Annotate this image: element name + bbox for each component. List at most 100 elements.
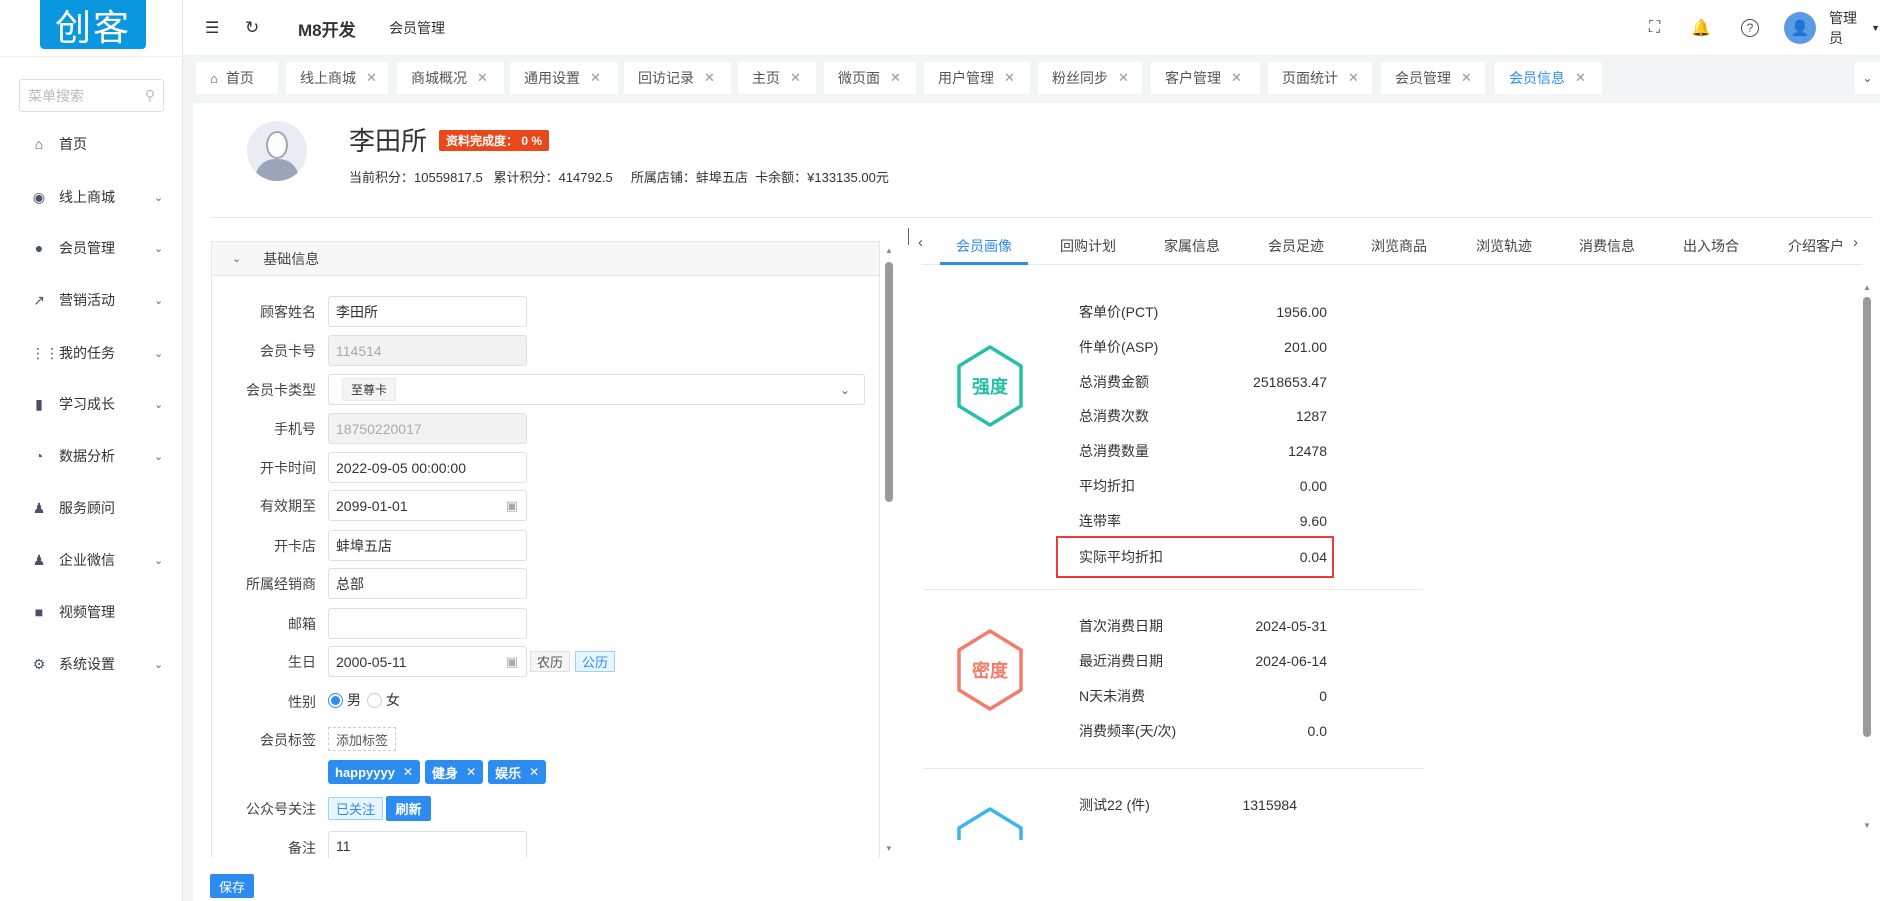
breadcrumb[interactable]: 会员管理 — [389, 0, 445, 56]
tab[interactable]: 通用设置 ✕ — [510, 62, 618, 94]
birthday-input[interactable]: 2000-05-11 ▣ — [328, 646, 527, 677]
sidebar-item[interactable]: ◔ 数据分析 ⌄ — [0, 436, 183, 476]
open-label: 开卡时间 — [260, 460, 316, 476]
close-icon[interactable]: ✕ — [366, 70, 377, 86]
close-icon[interactable]: ✕ — [529, 765, 539, 779]
card-label: 会员卡号 — [260, 343, 316, 359]
male-radio[interactable] — [328, 692, 343, 708]
tab[interactable]: ⌂ 首页 — [196, 62, 278, 94]
close-icon[interactable]: ✕ — [1231, 70, 1242, 86]
tab[interactable]: 主页 ✕ — [738, 62, 816, 94]
phone-input[interactable]: 18750220017 — [328, 413, 527, 444]
profile-tab[interactable]: 出入场合 — [1683, 236, 1739, 256]
close-icon[interactable]: ✕ — [704, 70, 715, 86]
help-icon[interactable]: ? — [1741, 0, 1759, 56]
name-input[interactable]: 李田所 — [328, 296, 527, 327]
close-icon[interactable]: ✕ — [890, 70, 901, 86]
tab[interactable]: 粉丝同步 ✕ — [1038, 62, 1142, 94]
add-tag-button[interactable]: 添加标签 — [328, 727, 397, 751]
tab[interactable]: 客户管理 ✕ — [1151, 62, 1260, 94]
tab-label: 会员管理 — [1395, 70, 1451, 86]
expire-input[interactable]: 2099-01-01 ▣ — [328, 490, 527, 521]
tab[interactable]: 回访记录 ✕ — [624, 62, 731, 94]
balance-value: ¥133135.00元 — [807, 170, 889, 185]
email-input[interactable] — [328, 608, 527, 639]
type-input[interactable]: 至尊卡 ⌄ — [328, 374, 865, 405]
close-icon[interactable]: ✕ — [466, 765, 476, 779]
chevron-down-icon: ⌄ — [154, 398, 164, 411]
card-input[interactable]: 114514 — [328, 335, 527, 366]
lunar-button[interactable]: 农历 — [530, 651, 570, 672]
tag-label: 娱乐 — [495, 765, 522, 781]
profile-tab[interactable]: 家属信息 — [1164, 236, 1220, 256]
profile-tab[interactable]: 介绍客户 — [1788, 236, 1844, 256]
balance-label: 卡余额： — [755, 170, 808, 185]
tab[interactable]: 会员管理 ✕ — [1381, 62, 1485, 94]
tag-label: happyyyy — [335, 764, 395, 780]
close-icon[interactable]: ✕ — [1004, 70, 1015, 86]
tag-list: happyyyy ✕ 健身 ✕ 娱乐 ✕ — [328, 760, 551, 784]
refresh-button[interactable]: 刷新 — [386, 796, 431, 821]
search-icon: ⚲ — [144, 87, 155, 103]
left-scrollbar[interactable]: ▲ ▼ — [883, 246, 895, 858]
tab[interactable]: 微页面 ✕ — [824, 62, 916, 94]
tabs-dropdown-icon[interactable]: ⌄ — [1855, 62, 1880, 94]
user-avatar[interactable]: 👤 — [1784, 0, 1816, 56]
scrollbar-thumb[interactable] — [885, 262, 893, 502]
store-input[interactable]: 蚌埠五店 — [328, 530, 527, 561]
tab[interactable]: 会员信息 ✕ — [1495, 62, 1602, 94]
close-icon[interactable]: ✕ — [477, 70, 488, 86]
refresh-icon[interactable]: ↻ — [245, 0, 259, 56]
close-icon[interactable]: ✕ — [1575, 70, 1586, 86]
tabs-prev-icon[interactable]: ‹ — [918, 234, 923, 251]
menu-toggle-icon[interactable]: ☰ — [205, 0, 219, 56]
profile-tab[interactable]: 会员画像 — [956, 236, 1012, 256]
tab[interactable]: 线上商城 ✕ — [286, 62, 388, 94]
close-icon[interactable]: ✕ — [1118, 70, 1129, 86]
female-radio[interactable] — [367, 692, 382, 708]
tab[interactable]: 商城概况 ✕ — [397, 62, 504, 94]
profile-tab[interactable]: 消费信息 — [1579, 236, 1635, 256]
fullscreen-icon[interactable]: ⛶ — [1649, 0, 1660, 56]
solar-button[interactable]: 公历 — [575, 651, 615, 672]
user-menu[interactable]: 管理员 ▼ — [1829, 0, 1880, 56]
store-label: 所属店铺： — [630, 170, 696, 185]
remark-textarea[interactable]: 11 — [328, 831, 527, 858]
sidebar-item[interactable]: ⌂ 首页 — [0, 124, 183, 164]
sidebar-item[interactable]: ■ 视频管理 — [0, 592, 183, 632]
top-header: ☰ ↻ M8开发 会员管理 ⛶ 🔔 ? 👤 管理员 ▼ — [183, 0, 1880, 56]
sidebar-item[interactable]: ♟ 服务顾问 — [0, 488, 183, 528]
open-input[interactable]: 2022-09-05 00:00:00 — [328, 452, 527, 483]
save-button[interactable]: 保存 — [210, 874, 254, 898]
bell-icon[interactable]: 🔔 — [1691, 0, 1711, 56]
sidebar-item[interactable]: ▮ 学习成长 ⌄ — [0, 384, 183, 424]
dealer-input[interactable]: 总部 — [328, 568, 527, 599]
profile-tab[interactable]: 会员足迹 — [1268, 236, 1324, 256]
close-icon[interactable]: ✕ — [790, 70, 801, 86]
tab[interactable]: 页面统计 ✕ — [1268, 62, 1372, 94]
tabs-next-icon[interactable]: › — [1853, 234, 1858, 251]
profile-tab[interactable]: 浏览轨迹 — [1476, 236, 1532, 256]
total-points-value: 414792.5 — [558, 170, 613, 185]
sidebar-item[interactable]: ♟ 企业微信 ⌄ — [0, 540, 183, 580]
close-icon[interactable]: ✕ — [403, 765, 413, 779]
profile-tab[interactable]: 回购计划 — [1060, 236, 1116, 256]
basic-info-header[interactable]: ⌄ 基础信息 — [211, 241, 880, 276]
tab[interactable]: 用户管理 ✕ — [924, 62, 1030, 94]
email-label: 邮箱 — [288, 616, 316, 632]
menu-search-input[interactable]: 菜单搜索 ⚲ — [19, 79, 164, 112]
close-icon[interactable]: ✕ — [590, 70, 601, 86]
scrollbar-thumb[interactable] — [1863, 297, 1871, 737]
right-scrollbar[interactable]: ▲ ▼ — [1862, 283, 1872, 843]
points-value: 10559817.5 — [414, 170, 483, 185]
tab-label: 首页 — [225, 70, 254, 86]
profile-tab[interactable]: 浏览商品 — [1371, 236, 1427, 256]
close-icon[interactable]: ✕ — [1348, 70, 1359, 86]
close-icon[interactable]: ✕ — [1461, 70, 1472, 86]
sidebar-item[interactable]: ↗ 营销活动 ⌄ — [0, 280, 183, 320]
sidebar-item[interactable]: ⚙ 系统设置 ⌄ — [0, 644, 183, 684]
birthday-value: 2000-05-11 — [336, 653, 407, 670]
sidebar-item[interactable]: ⋮⋮⋮ 我的任务 ⌄ — [0, 333, 183, 373]
sidebar-item[interactable]: ● 会员管理 ⌄ — [0, 228, 183, 268]
sidebar-item[interactable]: ◉ 线上商城 ⌄ — [0, 177, 183, 217]
